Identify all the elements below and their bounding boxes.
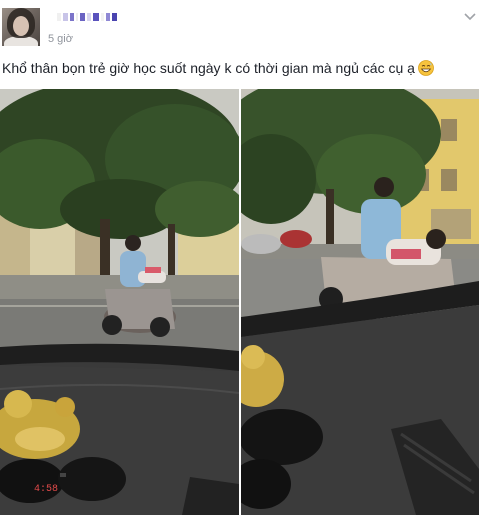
name-pixel-block: [105, 13, 110, 21]
name-pixel-block: [80, 13, 86, 21]
avatar[interactable]: [2, 8, 40, 46]
name-pixel-block: [70, 13, 74, 21]
caption-text: Khổ thân bọn trẻ giờ học suốt ngày k có …: [2, 60, 415, 76]
name-pixel-block: [111, 13, 118, 21]
name-pixel-block: [63, 13, 69, 21]
name-pixel-block: [93, 13, 100, 21]
name-pixel-block: [101, 13, 104, 21]
grinning-sweat-emoji-icon: [418, 60, 434, 76]
post-timestamp[interactable]: 5 giờ: [48, 33, 73, 45]
name-pixel-block: [87, 13, 92, 21]
post-caption: Khổ thân bọn trẻ giờ học suốt ngày k có …: [2, 59, 442, 77]
chevron-down-icon[interactable]: [463, 10, 477, 22]
name-pixel-block: [57, 13, 62, 21]
post-photo-left[interactable]: 4:58: [0, 89, 239, 515]
post-photo-right[interactable]: [241, 89, 479, 515]
name-pixel-block: [75, 13, 79, 21]
facebook-post: 5 giờ Khổ thân bọn trẻ giờ học suốt ngày…: [0, 0, 479, 515]
author-name-blurred[interactable]: [57, 13, 118, 21]
dashboard-clock-text: 4:58: [34, 484, 58, 495]
